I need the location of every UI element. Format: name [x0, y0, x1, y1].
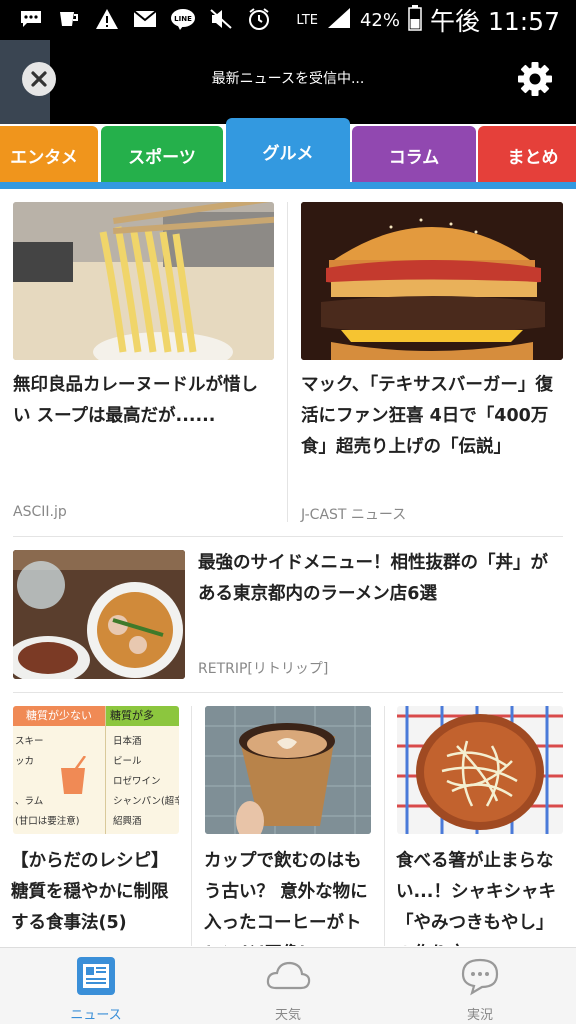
clock: 午後 11:57: [430, 7, 560, 36]
cloud-icon: [266, 961, 311, 990]
article-5-thumbnail[interactable]: [205, 706, 371, 834]
article-3-source: RETRIP[リトリップ]: [198, 661, 329, 677]
bottom-navigation: ニュース 天気 実況: [0, 947, 576, 1024]
news-icon: [77, 957, 115, 995]
article-6-thumbnail[interactable]: [397, 706, 563, 834]
mail-icon: [132, 6, 158, 32]
nav-news[interactable]: ニュース: [0, 948, 192, 1024]
nav-weather[interactable]: 天気: [192, 948, 384, 1024]
nav-live-label: 実況: [466, 1008, 493, 1023]
article-4-thumbnail[interactable]: 糖質が少ない 糖質が多 スキー ッカ 、ラム (甘口は要注意) 日本酒 ビール …: [13, 706, 179, 834]
row-divider: [13, 536, 563, 537]
recipe-left-header: 糖質が少ない: [13, 706, 105, 726]
nav-live[interactable]: 実況: [384, 948, 576, 1024]
article-2-source: J-CAST ニュース: [301, 507, 407, 523]
battery-icon: [408, 5, 422, 35]
article-3-title[interactable]: 最強のサイドメニュー！相性抜群の「丼」がある東京都内のラーメン店6選: [198, 548, 558, 610]
settings-button[interactable]: [516, 60, 554, 98]
nav-news-label: ニュース: [70, 1008, 122, 1023]
article-3-thumbnail[interactable]: [13, 550, 185, 679]
article-6-title[interactable]: 食べる箸が止まらない...！シャキシャキ「やみつきもやし」の作り方: [396, 846, 568, 946]
recipe-right-item: ロゼワイン: [113, 776, 161, 787]
recipe-left-item: スキー: [15, 736, 44, 747]
gear-icon: [518, 62, 552, 96]
glass-icon: [61, 756, 87, 794]
column-divider-2: [191, 706, 192, 946]
network-type: LTE: [296, 12, 318, 28]
tab-entame[interactable]: エンタメ: [0, 126, 98, 184]
article-2-title[interactable]: マック、「テキサスバーガー」復活にファン狂喜 4日で「400万食」超売り上げの「…: [301, 370, 566, 463]
sms-icon: [18, 6, 44, 32]
column-divider-3: [384, 706, 385, 946]
signal-icon: [326, 6, 352, 34]
article-4-title[interactable]: 【からだのレシピ】糖質を穏やかに制限する食事法(5): [11, 846, 183, 946]
status-right: LTE 42% 午後 11:57: [296, 2, 560, 38]
article-2-thumbnail[interactable]: [301, 202, 563, 360]
svg-text:LINE: LINE: [174, 15, 192, 23]
column-divider: [287, 202, 288, 522]
tab-matome[interactable]: まとめ: [478, 126, 576, 184]
chat-bubble-icon: [461, 958, 499, 996]
nav-weather-label: 天気: [274, 1008, 301, 1023]
category-tabs: エンタメ スポーツ グルメ コラム まとめ: [0, 116, 576, 190]
article-5-title[interactable]: カップで飲むのはもう古い？ 意外な物に入ったコーヒーがトレンド(画像): [204, 846, 378, 946]
header-status-text: 最新ニュースを受信中...: [211, 71, 365, 87]
status-bar: LINE LTE 42% 午後 11:57: [0, 0, 576, 40]
article-1-thumbnail[interactable]: [13, 202, 274, 360]
recipe-right-item: 日本酒: [113, 736, 142, 747]
article-1-title[interactable]: 無印良品カレーヌードルが惜しい スープは最高だが......: [13, 370, 275, 432]
row-divider-2: [13, 692, 563, 693]
line-icon: LINE: [170, 6, 196, 32]
mute-icon: [208, 6, 234, 32]
recipe-right-header: 糖質が多: [106, 706, 179, 726]
notification-icons: LINE: [18, 6, 272, 32]
alarm-icon: [246, 6, 272, 32]
tab-column[interactable]: コラム: [352, 126, 476, 184]
recipe-right-item: ビール: [113, 756, 142, 767]
recipe-left-item: (甘口は要注意): [15, 816, 80, 827]
recipe-right-item: 紹興酒: [113, 816, 142, 827]
warning-icon: [94, 6, 120, 32]
app-screen: LINE LTE 42% 午後 11:57 最新ニュースを受信中... エンタメ…: [0, 0, 576, 1024]
cup-icon: [56, 6, 82, 32]
tab-gourmet[interactable]: グルメ: [226, 118, 350, 184]
tab-underline: [0, 182, 576, 189]
battery-percent: 42%: [359, 9, 400, 31]
recipe-right-item: シャンパン(超辛: [113, 796, 179, 807]
article-1-source: ASCII.jp: [13, 504, 67, 520]
app-header: 最新ニュースを受信中...: [0, 40, 576, 124]
tab-sports[interactable]: スポーツ: [101, 126, 223, 184]
